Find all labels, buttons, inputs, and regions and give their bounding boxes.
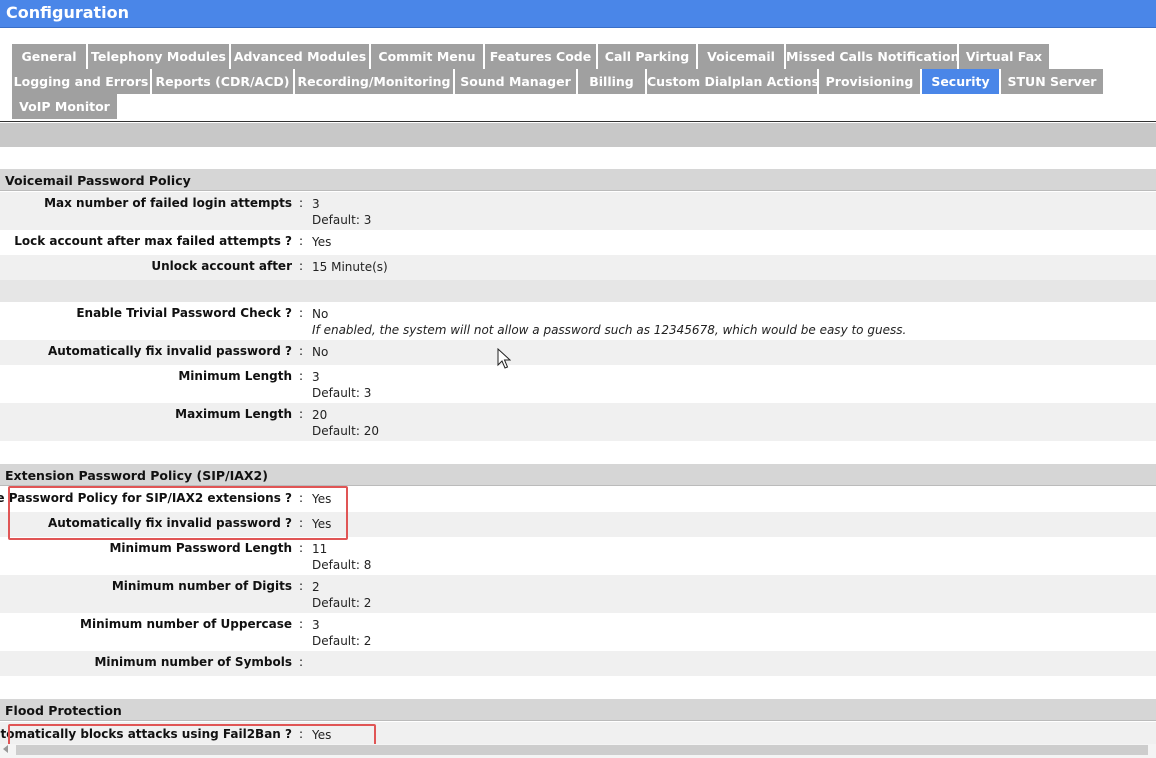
- tab-commit-menu[interactable]: Commit Menu: [371, 44, 483, 69]
- setting-label: Minimum Password Length: [109, 541, 292, 555]
- separator: :: [299, 234, 304, 248]
- setting-label: Minimum number of Digits: [111, 579, 292, 593]
- value-text: 20: [312, 408, 328, 422]
- tab-billing[interactable]: Billing: [578, 69, 645, 94]
- tab-provisioning[interactable]: Provisioning: [819, 69, 920, 94]
- horizontal-scrollbar[interactable]: [0, 744, 1156, 758]
- section-flood-protection: Flood Protection: [0, 699, 1156, 721]
- default-text: Default: 3: [312, 213, 372, 227]
- spacer-row: [0, 280, 1156, 302]
- tab-custom-dialplan-actions[interactable]: Custom Dialplan Actions: [647, 69, 819, 94]
- value-text: 2: [312, 580, 320, 594]
- setting-label: Maximum Length: [175, 407, 292, 421]
- setting-label: Minimum number of Uppercase: [80, 617, 292, 631]
- separator: :: [299, 655, 304, 669]
- setting-value[interactable]: 3 Default: 3: [312, 196, 371, 228]
- tab-features-code[interactable]: Features Code: [485, 44, 596, 69]
- highlight-box: [8, 724, 376, 746]
- spacer-row: [0, 441, 1156, 464]
- scroll-left-arrow-icon[interactable]: [3, 745, 8, 753]
- setting-label: Enable Trivial Password Check ?: [76, 306, 292, 320]
- setting-row: Automatically fix invalid password ? : N…: [0, 340, 1156, 365]
- setting-row: Minimum Length : 3 Default: 3: [0, 365, 1156, 403]
- mouse-cursor-icon: [497, 348, 511, 369]
- separator: :: [299, 579, 304, 593]
- scrollbar-thumb[interactable]: [16, 745, 1148, 755]
- separator: :: [299, 617, 304, 631]
- separator: :: [299, 344, 304, 358]
- default-text: Default: 2: [312, 596, 372, 610]
- tab-recording-monitoring[interactable]: Recording/Monitoring: [295, 69, 453, 94]
- tab-telephony-modules[interactable]: Telephony Modules: [88, 44, 229, 69]
- value-text: 3: [312, 618, 320, 632]
- setting-label: Minimum number of Symbols: [94, 655, 292, 669]
- title-bar: Configuration: [0, 0, 1156, 28]
- setting-row: Minimum number of Uppercase : 3 Default:…: [0, 613, 1156, 651]
- setting-value[interactable]: 20 Default: 20: [312, 407, 379, 439]
- setting-value[interactable]: 11 Default: 8: [312, 541, 371, 573]
- default-text: Default: 2: [312, 634, 372, 648]
- setting-row: Max number of failed login attempts : 3 …: [0, 192, 1156, 230]
- section-voicemail-password-policy: Voicemail Password Policy: [0, 169, 1156, 191]
- tab-logging-and-errors[interactable]: Logging and Errors: [12, 69, 150, 94]
- tabs-divider: [0, 121, 1156, 122]
- setting-value[interactable]: 2 Default: 2: [312, 579, 371, 611]
- value-text: No: [312, 307, 329, 321]
- setting-label: Lock account after max failed attempts ?: [14, 234, 292, 248]
- separator: :: [299, 306, 304, 320]
- setting-label: Automatically fix invalid password ?: [47, 344, 292, 358]
- page-title: Configuration: [6, 3, 130, 22]
- setting-row: Minimum Password Length : 11 Default: 8: [0, 537, 1156, 575]
- setting-row: Minimum number of Symbols :: [0, 651, 1156, 676]
- setting-value[interactable]: 3 Default: 2: [312, 617, 371, 649]
- default-text: Default: 20: [312, 424, 379, 438]
- default-text: Default: 3: [312, 386, 372, 400]
- tab-sound-manager[interactable]: Sound Manager: [455, 69, 576, 94]
- tab-general[interactable]: General: [12, 44, 86, 69]
- setting-row: Minimum number of Digits : 2 Default: 2: [0, 575, 1156, 613]
- setting-row: Enable Trivial Password Check ? : No If …: [0, 302, 1156, 340]
- tab-reports[interactable]: Reports (CDR/ACD): [152, 69, 293, 94]
- tab-call-parking[interactable]: Call Parking: [598, 44, 696, 69]
- setting-row: Unlock account after : 15 Minute(s): [0, 255, 1156, 280]
- help-note: If enabled, the system will not allow a …: [312, 323, 907, 337]
- setting-value[interactable]: No: [312, 344, 328, 360]
- separator: :: [299, 196, 304, 210]
- tab-missed-calls-notification[interactable]: Missed Calls Notification: [786, 44, 960, 69]
- setting-row: Maximum Length : 20 Default: 20: [0, 403, 1156, 441]
- tab-stun-server[interactable]: STUN Server: [1001, 69, 1103, 94]
- tab-virtual-fax[interactable]: Virtual Fax: [959, 44, 1049, 69]
- value-text: 3: [312, 370, 320, 384]
- setting-row: Lock account after max failed attempts ?…: [0, 230, 1156, 255]
- separator: :: [299, 369, 304, 383]
- separator: :: [299, 541, 304, 555]
- setting-label: Unlock account after: [151, 259, 292, 273]
- setting-value[interactable]: Yes: [312, 234, 331, 250]
- highlight-box: [8, 486, 348, 540]
- value-text: 3: [312, 197, 320, 211]
- default-text: Default: 8: [312, 558, 372, 572]
- tab-security[interactable]: Security: [922, 69, 999, 94]
- toolbar-strip: [0, 123, 1156, 147]
- spacer-row: [0, 147, 1156, 169]
- value-text: 11: [312, 542, 328, 556]
- spacer-row: [0, 676, 1156, 699]
- tab-voicemail[interactable]: Voicemail: [698, 44, 784, 69]
- setting-label: Minimum Length: [178, 369, 292, 383]
- tab-voip-monitor[interactable]: VoIP Monitor: [12, 94, 117, 119]
- separator: :: [299, 259, 304, 273]
- section-extension-password-policy: Extension Password Policy (SIP/IAX2): [0, 464, 1156, 486]
- setting-label: Max number of failed login attempts: [44, 196, 292, 210]
- setting-value[interactable]: 3 Default: 3: [312, 369, 371, 401]
- separator: :: [299, 407, 304, 421]
- tab-advanced-modules[interactable]: Advanced Modules: [231, 44, 369, 69]
- setting-value[interactable]: 15 Minute(s): [312, 259, 388, 275]
- setting-value[interactable]: No If enabled, the system will not allow…: [312, 306, 906, 338]
